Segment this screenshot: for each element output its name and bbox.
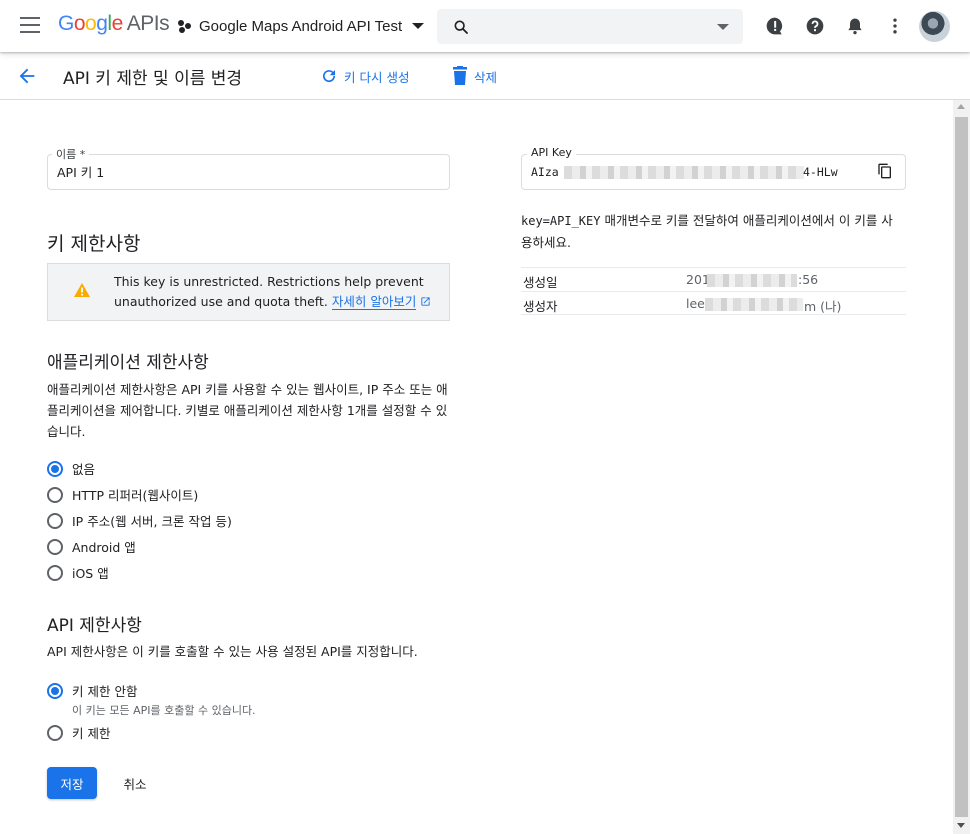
search-input[interactable] xyxy=(437,9,743,44)
warning-icon xyxy=(74,283,90,297)
redacted-date-segment xyxy=(707,274,797,287)
more-vert-icon[interactable] xyxy=(885,16,905,36)
name-field-box xyxy=(47,154,450,190)
external-link-icon xyxy=(421,297,430,306)
project-name: Google Maps Android API Test xyxy=(199,17,403,35)
app-option-android[interactable]: Android 앱 xyxy=(47,537,136,556)
learn-more-label: 자세히 알아보기 xyxy=(331,294,417,309)
api-key-param-code: key=API_KEY xyxy=(521,214,601,228)
scroll-up-arrow-icon[interactable] xyxy=(957,104,965,109)
api-option-restrict[interactable]: 키 제한 xyxy=(47,723,110,742)
radio-ios[interactable] xyxy=(47,564,63,581)
creator-value-suffix: m (나) xyxy=(804,299,842,314)
feedback-icon[interactable] xyxy=(765,16,785,36)
app-option-ip-addresses[interactable]: IP 주소(웹 서버, 크론 작업 등) xyxy=(47,511,232,530)
page-header: API 키 제한 및 이름 변경 키 다시 생성 삭제 xyxy=(0,52,970,100)
api-key-suffix: 4-HLw xyxy=(803,165,838,179)
created-label: 생성일 xyxy=(523,275,558,290)
radio-none[interactable] xyxy=(47,460,63,477)
key-restrictions-title: 키 제한사항 xyxy=(47,233,141,255)
top-app-bar: Google APIs Google Maps Android API Test xyxy=(0,0,970,52)
learn-more-link[interactable]: 자세히 알아보기 xyxy=(331,294,417,310)
api-restrictions-description: API 제한사항은 이 키를 호출할 수 있는 사용 설정된 API를 지정합니… xyxy=(47,644,418,659)
created-value-suffix: :56 xyxy=(798,272,819,287)
creator-row: 생성자 lee m (나) xyxy=(521,291,906,315)
app-option-ios-label: iOS 앱 xyxy=(72,566,109,581)
regenerate-key-label: 키 다시 생성 xyxy=(344,69,410,85)
delete-button[interactable]: 삭제 xyxy=(452,65,497,87)
delete-label: 삭제 xyxy=(474,69,498,85)
back-arrow-icon[interactable] xyxy=(16,65,38,87)
project-selector[interactable]: Google Maps Android API Test xyxy=(178,16,425,36)
api-option-dont-restrict[interactable]: 키 제한 안함 xyxy=(47,681,137,700)
api-option-dont-restrict-hint: 이 키는 모든 API를 호출할 수 있습니다. xyxy=(72,704,256,717)
app-option-ip-label: IP 주소(웹 서버, 크론 작업 등) xyxy=(72,514,232,529)
app-option-ios[interactable]: iOS 앱 xyxy=(47,563,109,582)
app-option-android-label: Android 앱 xyxy=(72,540,136,555)
copy-icon[interactable] xyxy=(877,163,893,179)
unrestricted-warning-banner: This key is unrestricted. Restrictions h… xyxy=(47,263,450,321)
redacted-key-segment xyxy=(564,166,804,179)
app-option-http-referrers[interactable]: HTTP 리퍼러(웹사이트) xyxy=(47,485,198,504)
app-option-none[interactable]: 없음 xyxy=(47,459,95,478)
radio-ip-addresses[interactable] xyxy=(47,512,63,529)
radio-http-referrers[interactable] xyxy=(47,486,63,503)
notifications-icon[interactable] xyxy=(845,16,865,36)
creator-label: 생성자 xyxy=(523,299,558,314)
vertical-scrollbar[interactable] xyxy=(953,100,970,834)
scroll-down-arrow-icon[interactable] xyxy=(957,823,965,828)
radio-android[interactable] xyxy=(47,538,63,555)
api-option-dont-restrict-label: 키 제한 안함 xyxy=(72,684,138,699)
name-field-label: 이름 * xyxy=(52,146,90,162)
scrollbar-thumb[interactable] xyxy=(955,117,968,817)
chevron-down-icon xyxy=(412,23,425,29)
api-restrictions-title: API 제한사항 xyxy=(47,616,142,636)
search-icon xyxy=(454,20,468,34)
avatar[interactable] xyxy=(919,11,950,42)
radio-restrict[interactable] xyxy=(47,724,63,741)
project-dots-icon xyxy=(178,19,192,33)
google-apis-logo[interactable]: Google APIs xyxy=(58,12,170,36)
api-key-label: API Key xyxy=(527,146,576,159)
app-option-http-label: HTTP 리퍼러(웹사이트) xyxy=(72,488,199,503)
app-restrictions-title: 애플리케이션 제한사항 xyxy=(47,353,209,373)
refresh-icon xyxy=(323,70,336,83)
help-icon[interactable] xyxy=(805,16,825,36)
creator-value-prefix: lee xyxy=(686,296,705,311)
api-key-usage-hint: key=API_KEY 매개변수로 키를 전달하여 애플리케이션에서 이 키를 … xyxy=(521,210,901,253)
api-key-prefix: AIza xyxy=(531,165,559,179)
name-field[interactable] xyxy=(57,164,437,179)
api-option-restrict-label: 키 제한 xyxy=(72,726,111,741)
search-dropdown-icon[interactable] xyxy=(717,24,729,30)
cancel-button[interactable]: 취소 xyxy=(110,767,160,799)
created-row: 생성일 201 :56 xyxy=(521,267,906,291)
redacted-email-segment xyxy=(705,298,803,311)
page-title: API 키 제한 및 이름 변경 xyxy=(63,69,243,89)
app-option-none-label: 없음 xyxy=(72,462,96,477)
hamburger-menu-icon[interactable] xyxy=(20,17,40,33)
regenerate-key-button[interactable]: 키 다시 생성 xyxy=(320,65,409,87)
radio-dont-restrict[interactable] xyxy=(47,682,63,699)
app-restrictions-description: 애플리케이션 제한사항은 API 키를 사용할 수 있는 웹사이트, IP 주소… xyxy=(47,382,448,439)
trash-icon xyxy=(453,66,467,85)
save-button[interactable]: 저장 xyxy=(47,767,97,799)
